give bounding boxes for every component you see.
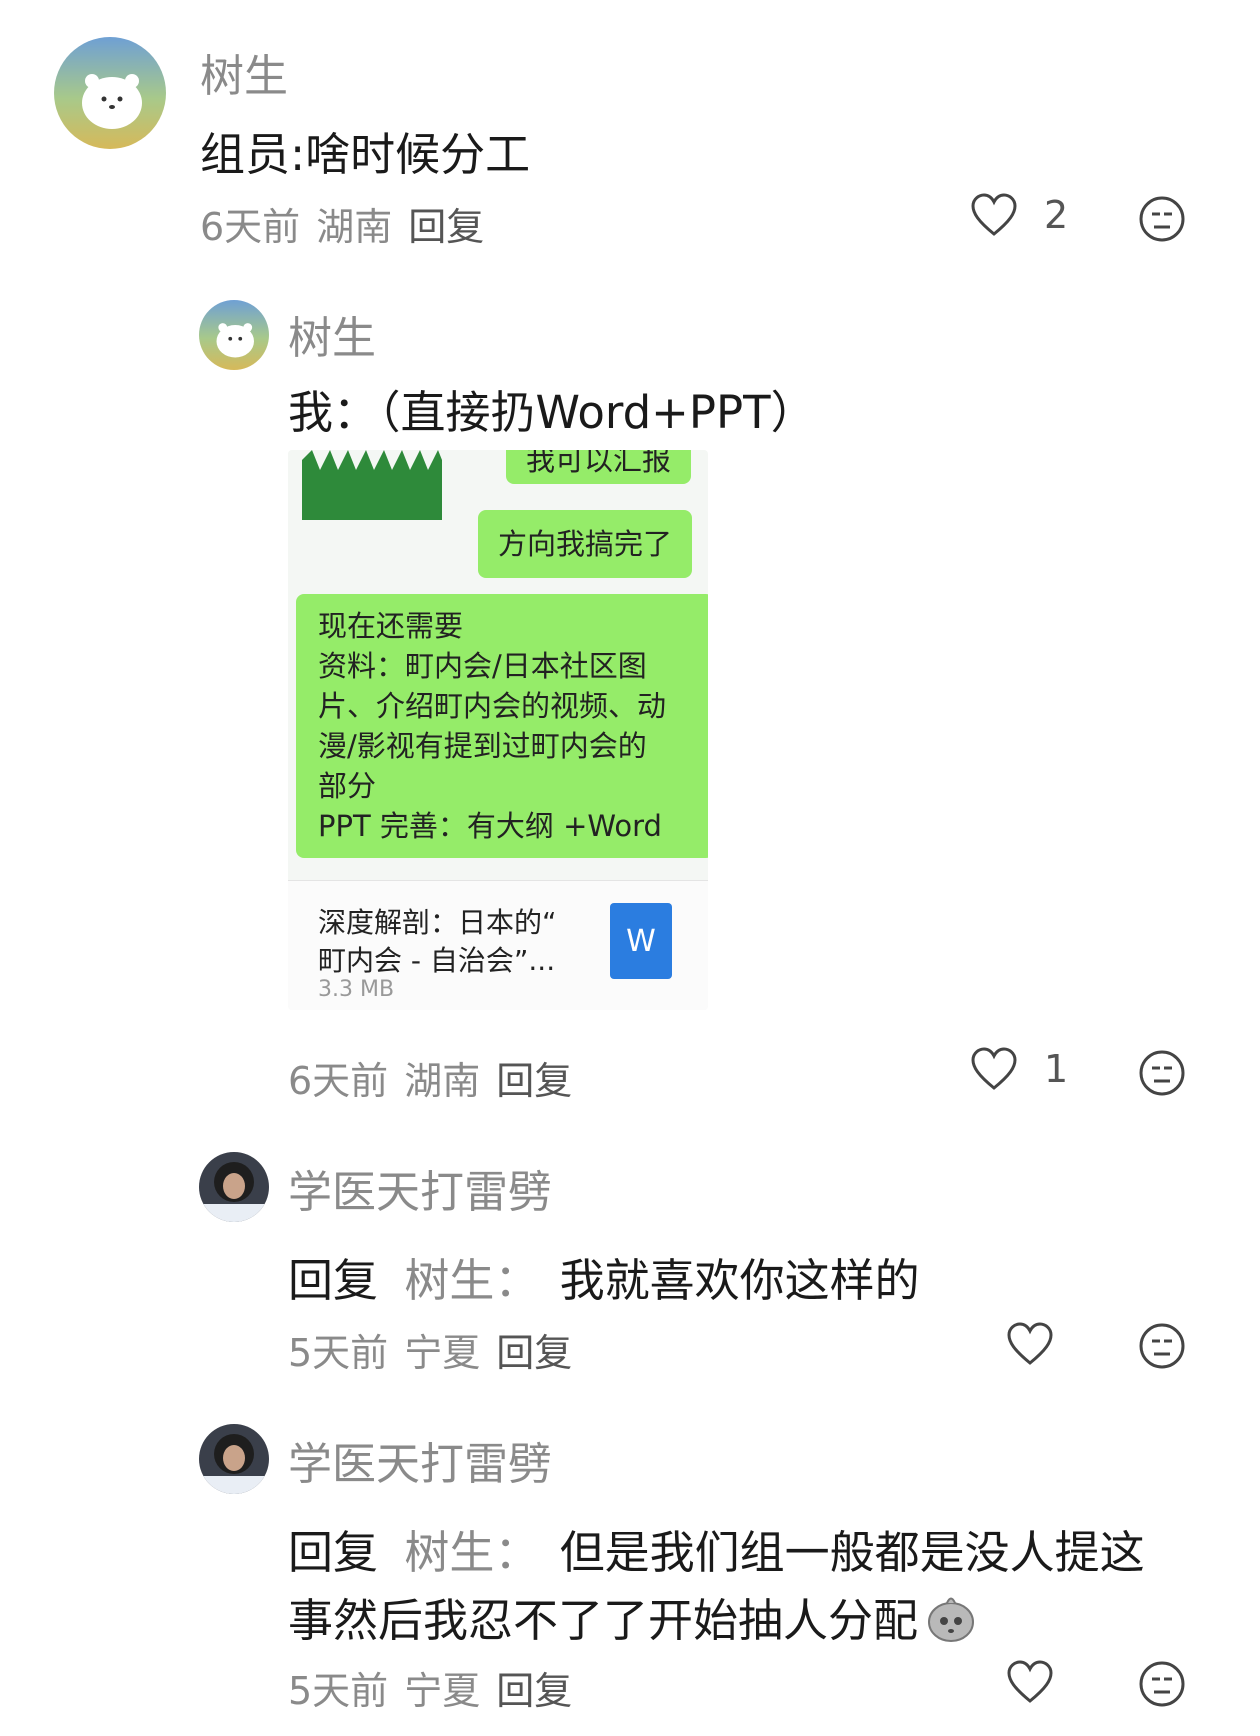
- avatar[interactable]: [199, 1152, 269, 1222]
- doll-avatar-icon: [199, 1162, 269, 1222]
- like-button[interactable]: 2: [970, 193, 1068, 237]
- comment-username[interactable]: 学医天打雷劈: [288, 1156, 552, 1220]
- comment-time: 5天前: [288, 1331, 389, 1375]
- doll-avatar-icon: [199, 1434, 269, 1494]
- neutral-face-icon[interactable]: [1138, 1322, 1186, 1370]
- reply-target[interactable]: 树生：: [404, 1526, 539, 1579]
- avatar[interactable]: [199, 1424, 269, 1494]
- bubble-line: 资料：町内会/日本社区图: [318, 649, 647, 683]
- comment-username[interactable]: 树生: [288, 302, 376, 366]
- comment-username[interactable]: 学医天打雷劈: [288, 1428, 552, 1492]
- reply-target[interactable]: 树生：: [404, 1254, 539, 1307]
- comment-text: 回复 树生： 我就喜欢你这样的: [288, 1244, 920, 1309]
- word-icon-letter: W: [626, 923, 656, 959]
- neutral-face-icon[interactable]: [1138, 195, 1186, 243]
- reply-button[interactable]: 回复: [496, 1050, 572, 1105]
- comment-meta: 5天前 宁夏 回复: [288, 1322, 572, 1377]
- file-size: 3.3 MB: [318, 977, 395, 1002]
- like-count: 1: [1044, 1047, 1069, 1091]
- grass-decoration: [302, 450, 442, 520]
- reply-button[interactable]: 回复: [408, 196, 484, 251]
- reply-text: 但是我们组一般都是没人提这: [559, 1526, 1145, 1579]
- chat-bubble: 我可以汇报: [506, 450, 692, 484]
- file-title: 深度解剖：日本的“: [318, 906, 557, 939]
- comment-location: 宁夏: [404, 1669, 481, 1713]
- comment-username[interactable]: 树生: [200, 40, 288, 104]
- heart-outline-icon: [970, 1047, 1018, 1091]
- bubble-line: PPT 完善：有大纲 +Word: [318, 809, 662, 843]
- like-count: 2: [1044, 193, 1069, 237]
- comment-location: 宁夏: [404, 1331, 481, 1375]
- word-file-icon: W: [610, 903, 672, 979]
- heart-outline-icon[interactable]: [1006, 1322, 1054, 1366]
- bear-avatar-icon: [82, 74, 142, 129]
- heart-outline-icon[interactable]: [1006, 1660, 1054, 1704]
- like-button[interactable]: 1: [970, 1047, 1068, 1091]
- comment-meta: 6天前 湖南 回复: [200, 196, 484, 251]
- chat-bubble-long: 现在还需要 资料：町内会/日本社区图 片、介绍町内会的视频、动 漫/影视有提到过…: [296, 594, 708, 858]
- file-title: 町内会 - 自治会”...: [318, 944, 556, 977]
- comment-image[interactable]: 我可以汇报 方向我搞完了 现在还需要 资料：町内会/日本社区图 片、介绍町内会的…: [288, 450, 708, 1010]
- reply-prefix: 回复: [288, 1526, 379, 1579]
- bubble-line: 现在还需要: [318, 609, 464, 643]
- avatar[interactable]: [54, 37, 166, 149]
- comment-meta: 6天前 湖南 回复: [288, 1050, 572, 1105]
- bubble-line: 部分: [318, 769, 377, 803]
- comment-time: 5天前: [288, 1669, 389, 1713]
- reply-button[interactable]: 回复: [496, 1322, 572, 1377]
- bear-avatar-icon: [216, 323, 254, 358]
- bubble-line: 片、介绍町内会的视频、动: [318, 689, 667, 723]
- reply-text: 我就喜欢你这样的: [559, 1254, 920, 1307]
- sad-blob-emoji-icon: [924, 1590, 978, 1644]
- comment-location: 湖南: [404, 1059, 481, 1103]
- chat-bubble: 方向我搞完了: [478, 510, 693, 578]
- reply-prefix: 回复: [288, 1254, 379, 1307]
- comment-text: 回复 树生： 但是我们组一般都是没人提这: [288, 1516, 1145, 1581]
- reply-button[interactable]: 回复: [496, 1660, 572, 1715]
- comment-location: 湖南: [316, 205, 393, 249]
- avatar[interactable]: [199, 300, 269, 370]
- reply-text: 事然后我忍不了了开始抽人分配: [288, 1594, 919, 1647]
- file-card[interactable]: 深度解剖：日本的“ 町内会 - 自治会”... 3.3 MB W: [288, 880, 708, 1010]
- neutral-face-icon[interactable]: [1138, 1660, 1186, 1708]
- comment-text: 我：（直接扔Word+PPT）: [288, 386, 816, 439]
- heart-outline-icon: [970, 193, 1018, 237]
- comment-text-line2: 事然后我忍不了了开始抽人分配: [288, 1584, 978, 1649]
- comment-meta: 5天前 宁夏 回复: [288, 1660, 572, 1715]
- comment-time: 6天前: [288, 1059, 389, 1103]
- neutral-face-icon[interactable]: [1138, 1049, 1186, 1097]
- comment-text: 组员:啥时候分工: [200, 128, 531, 181]
- comment-time: 6天前: [200, 205, 301, 249]
- bubble-line: 漫/影视有提到过町内会的: [318, 729, 647, 763]
